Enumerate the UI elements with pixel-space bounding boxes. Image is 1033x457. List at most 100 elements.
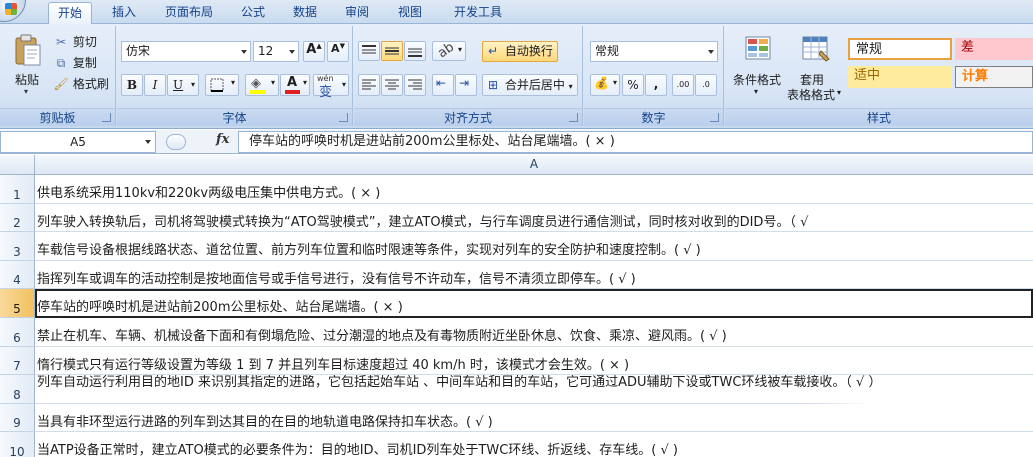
worksheet-grid: A 1 供电系统采用110kv和220kv两级电压集中供电方式。( × ) 2 列车驶… xyxy=(0,155,1033,457)
comma-style-button[interactable]: , xyxy=(645,74,667,96)
cut-button[interactable]: ✂ 剪切 xyxy=(52,32,112,50)
name-box[interactable]: A5 xyxy=(0,131,156,153)
cell-a4[interactable]: 指挥列车或调车的活动控制是按地面信号或手信号进行，没有信号不许动车，信号不清须立… xyxy=(35,261,1033,290)
increase-indent-button[interactable]: ⇥ xyxy=(455,74,477,96)
row-header[interactable]: 7 xyxy=(0,346,35,376)
font-color-button[interactable]: A ▾ xyxy=(280,74,310,96)
shrink-font-button[interactable]: A▼ xyxy=(327,41,349,62)
fill-color-button[interactable]: ◈ ▾ xyxy=(245,74,279,96)
row-header[interactable]: 3 xyxy=(0,232,35,261)
clipboard-group: 粘贴 ▾ ✂ 剪切 ⧉ 复制 🖌 格式刷 剪贴板 xyxy=(0,26,116,126)
style-calculation[interactable]: 计算 xyxy=(955,66,1033,88)
cell-a10[interactable]: 当ATP设备正常时，建立ATO模式的必要条件为：目的地ID、司机ID列车处于TW… xyxy=(35,432,1033,457)
row-header[interactable]: 2 xyxy=(0,203,35,233)
row-header[interactable]: 9 xyxy=(0,403,35,433)
chevron-down-icon xyxy=(145,140,151,144)
style-neutral[interactable]: 适中 xyxy=(848,66,952,88)
number-launcher-icon[interactable] xyxy=(710,113,719,122)
align-right-button[interactable] xyxy=(404,74,426,96)
italic-button[interactable]: I xyxy=(144,74,166,96)
align-center-button[interactable] xyxy=(381,74,403,96)
row-header[interactable]: 8 xyxy=(0,375,35,404)
tab-page-layout[interactable]: 页面布局 xyxy=(157,2,221,24)
cell-a3[interactable]: 车载信号设备根据线路状态、道岔位置、前方列车位置和临时限速等条件，实现对列车的安… xyxy=(35,232,1033,261)
decrease-decimal-button[interactable]: .0 xyxy=(695,74,717,96)
chevron-down-icon: ▾ xyxy=(302,78,307,87)
format-as-table-button[interactable]: 套用 表格格式 ▾ xyxy=(787,30,845,102)
style-normal[interactable]: 常规 xyxy=(848,38,952,60)
align-bottom-icon xyxy=(408,48,422,57)
style-neutral-label: 中 xyxy=(867,68,881,83)
format-as-table-icon xyxy=(802,36,830,62)
table-row: 4 指挥列车或调车的活动控制是按地面信号或手信号进行，没有信号不许动车，信号不清须… xyxy=(0,260,1033,290)
select-all-corner[interactable] xyxy=(0,155,35,175)
merge-center-button[interactable]: ⊞ 合并后居中 ▾ xyxy=(482,74,578,96)
formula-input[interactable]: 停车站的呼唤时机是进站前200m公里标处、站台尾端墙。( × ) xyxy=(238,131,1033,153)
tab-review[interactable]: 审阅 xyxy=(337,2,377,24)
chevron-down-icon: ▾ xyxy=(754,87,759,96)
cell-a5[interactable]: 停车站的呼唤时机是进站前200m公里标处、站台尾端墙。( × ) xyxy=(35,289,1033,318)
conditional-formatting-button[interactable]: 条件格式 ▾ xyxy=(729,30,787,102)
copy-label: 复制 xyxy=(72,56,97,70)
decrease-indent-icon: ⇤ xyxy=(436,76,447,90)
scissors-icon: ✂ xyxy=(55,35,67,49)
style-neutral-prefix: 适 xyxy=(854,68,868,83)
align-middle-button[interactable] xyxy=(381,41,403,61)
paste-button[interactable]: 粘贴 ▾ xyxy=(6,30,48,96)
grow-font-button[interactable]: A▲ xyxy=(303,41,325,62)
cell-a1[interactable]: 供电系统采用110kv和220kv两级电压集中供电方式。( × ) xyxy=(35,175,1033,204)
format-painter-button[interactable]: 🖌 格式刷 xyxy=(52,74,114,92)
name-box-value: A5 xyxy=(70,135,86,149)
percent-button[interactable]: % xyxy=(622,74,644,96)
align-top-button[interactable] xyxy=(358,41,380,61)
wrap-text-button[interactable]: ↵ 自动换行 xyxy=(482,41,558,62)
align-left-icon xyxy=(362,79,376,90)
chevron-down-icon xyxy=(289,50,295,54)
borders-button[interactable]: ▾ xyxy=(205,74,239,96)
number-format-combo[interactable]: 常规 xyxy=(590,41,718,62)
tab-developer[interactable]: 开发工具 xyxy=(443,2,513,24)
align-bottom-button[interactable] xyxy=(404,41,426,61)
font-size-combo[interactable]: 12 xyxy=(253,41,299,62)
style-bad[interactable]: 差 xyxy=(955,38,1033,60)
cell-a6[interactable]: 禁止在机车、车辆、机械设备下面和有倒塌危险、过分潮湿的地点及有毒物质附近坐卧休息… xyxy=(35,318,1033,347)
align-left-button[interactable] xyxy=(358,74,380,96)
bold-button[interactable]: B xyxy=(121,74,143,96)
tab-view[interactable]: 视图 xyxy=(390,2,430,24)
alignment-launcher-icon[interactable] xyxy=(569,113,578,122)
orientation-button[interactable]: ab ▾ xyxy=(432,40,466,61)
tab-insert[interactable]: 插入 xyxy=(104,2,144,24)
insert-function-icon[interactable]: fx xyxy=(216,132,229,147)
increase-indent-icon: ⇥ xyxy=(459,76,470,90)
cell-a2[interactable]: 列车驶入转换轨后，司机将驾驶模式转换为“ATO驾驶模式”，建立ATO模式，与行车… xyxy=(35,204,1033,233)
chevron-down-icon: ▾ xyxy=(341,80,346,89)
chevron-down-icon xyxy=(708,50,714,54)
row-header[interactable]: 6 xyxy=(0,318,35,347)
font-launcher-icon[interactable] xyxy=(339,113,348,122)
paintbrush-icon: 🖌 xyxy=(53,77,69,91)
alignment-group-label: 对齐方式 xyxy=(354,108,582,126)
tab-data[interactable]: 数据 xyxy=(285,2,325,24)
column-header-a[interactable]: A xyxy=(35,155,1033,175)
increase-decimal-button[interactable]: .00 xyxy=(672,74,694,96)
row-header[interactable]: 10 xyxy=(0,432,35,457)
accounting-format-button[interactable]: 💰 ▾ xyxy=(590,74,620,96)
row-header[interactable]: 5 xyxy=(0,289,35,318)
copy-button[interactable]: ⧉ 复制 xyxy=(52,53,112,71)
decrease-indent-button[interactable]: ⇤ xyxy=(432,74,454,96)
font-name-combo[interactable]: 仿宋 xyxy=(121,41,251,62)
clipboard-launcher-icon[interactable] xyxy=(102,113,111,122)
phonetic-guide-button[interactable]: wén 变 ▾ xyxy=(313,74,349,100)
office-button[interactable] xyxy=(0,0,26,22)
increase-decimal-icon: .00 xyxy=(676,80,690,89)
decrease-decimal-icon: .0 xyxy=(702,80,710,89)
row-header[interactable]: 1 xyxy=(0,175,35,204)
fill-color-swatch xyxy=(250,90,266,94)
cell-a7[interactable]: 惰行模式只有运行等级设置为等级 1 到 7 并且列车目标速度超过 40 km/h… xyxy=(35,347,1033,376)
tab-home[interactable]: 开始 xyxy=(48,2,92,25)
underline-button[interactable]: U ▾ xyxy=(167,74,199,96)
row-header[interactable]: 4 xyxy=(0,260,35,290)
font-size-value: 12 xyxy=(258,44,274,58)
tab-formulas[interactable]: 公式 xyxy=(233,2,273,24)
formula-cancel-enter-handle[interactable] xyxy=(166,134,186,150)
